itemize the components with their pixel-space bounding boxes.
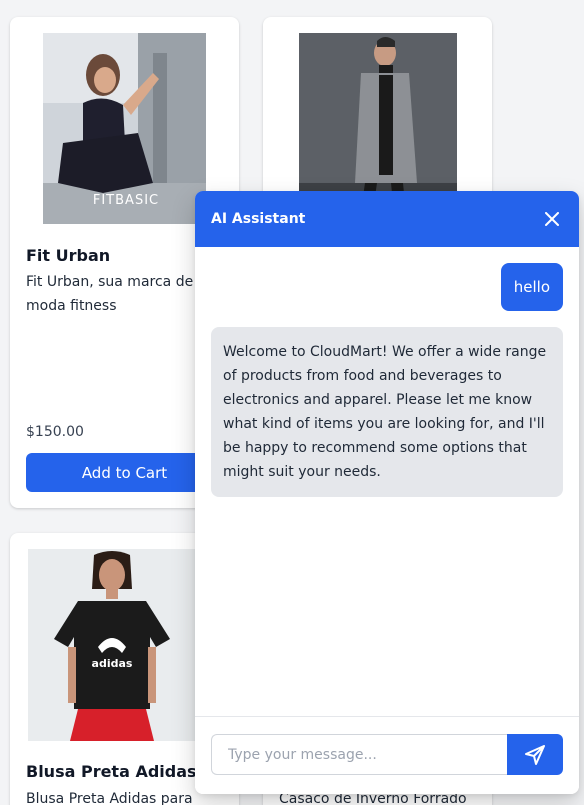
product-image: adidas: [28, 549, 196, 741]
add-to-cart-button[interactable]: Add to Cart: [26, 453, 223, 492]
close-icon[interactable]: [541, 208, 563, 230]
chat-header: AI Assistant: [195, 191, 579, 247]
send-icon: [525, 744, 545, 765]
chat-widget: AI Assistant hello Welcome to CloudMart!…: [195, 191, 579, 794]
assistant-message: Welcome to CloudMart! We offer a wide ra…: [211, 327, 563, 497]
user-message: hello: [500, 263, 563, 311]
svg-text:adidas: adidas: [92, 657, 133, 670]
chat-title: AI Assistant: [211, 211, 306, 227]
send-button[interactable]: [507, 734, 563, 775]
chat-footer: [195, 716, 579, 794]
product-title: Fit Urban: [26, 246, 111, 265]
product-price: $150.00: [26, 424, 84, 440]
chat-message-input[interactable]: [211, 734, 507, 775]
product-title: Blusa Preta Adidas: [26, 762, 197, 781]
product-image: FITBASIC: [43, 33, 206, 224]
svg-text:FITBASIC: FITBASIC: [93, 193, 159, 208]
page: FITBASIC Fit Urban Fit Urban, sua marca …: [0, 0, 584, 805]
product-photo-tshirt: adidas: [28, 549, 196, 741]
product-photo-fitness: FITBASIC: [43, 33, 206, 224]
product-description: Fit Urban, sua marca de moda fitness: [26, 274, 194, 314]
product-description: Blusa Preta Adidas para: [26, 791, 193, 805]
